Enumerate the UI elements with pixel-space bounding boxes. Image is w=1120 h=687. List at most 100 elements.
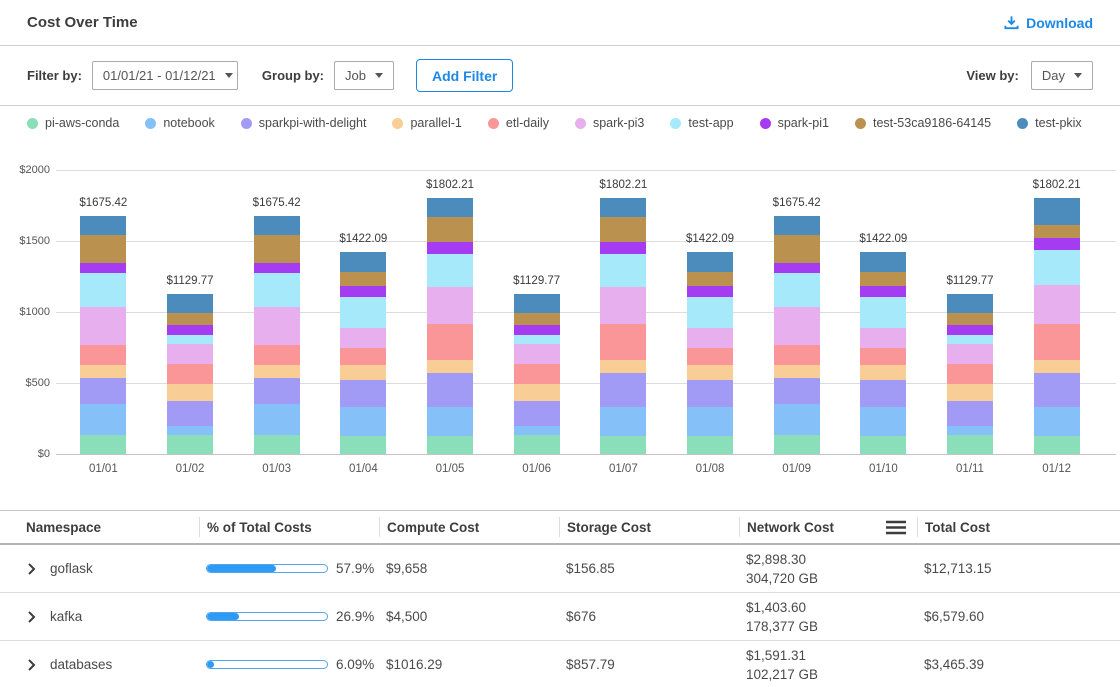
bar-segment-pi-aws-conda[interactable] [167,435,213,454]
legend-item-parallel-1[interactable]: parallel-1 [392,116,461,130]
bar-segment-spark-pi1[interactable] [340,286,386,297]
bar-segment-test-app[interactable] [254,273,300,307]
download-button[interactable]: Download [1004,15,1093,31]
bar-segment-etl-daily[interactable] [254,345,300,366]
bar-segment-test-53ca9186-64145[interactable] [774,235,820,263]
bar-segment-sparkpi-with-delight[interactable] [80,378,126,404]
bar-segment-spark-pi1[interactable] [600,242,646,253]
bar-segment-test-pkix[interactable] [860,252,906,272]
bar-segment-etl-daily[interactable] [947,364,993,384]
bar-segment-spark-pi1[interactable] [254,263,300,273]
bar-segment-test-pkix[interactable] [427,198,473,216]
bar-segment-notebook[interactable] [340,407,386,435]
bar-segment-etl-daily[interactable] [774,345,820,366]
bar-segment-spark-pi3[interactable] [860,328,906,347]
bar-segment-notebook[interactable] [514,426,560,435]
bar-segment-parallel-1[interactable] [80,365,126,378]
bar-segment-pi-aws-conda[interactable] [427,436,473,454]
bar-segment-notebook[interactable] [774,404,820,435]
bar-segment-spark-pi3[interactable] [167,344,213,364]
bar-segment-pi-aws-conda[interactable] [514,435,560,454]
bar-segment-pi-aws-conda[interactable] [687,436,733,454]
bar-segment-parallel-1[interactable] [1034,360,1080,373]
bar-segment-notebook[interactable] [80,404,126,435]
bar-segment-test-53ca9186-64145[interactable] [254,235,300,263]
bar-segment-parallel-1[interactable] [947,384,993,401]
bar-segment-spark-pi3[interactable] [687,328,733,347]
bar-segment-test-app[interactable] [947,335,993,344]
column-settings-icon[interactable] [885,520,907,535]
bar-segment-sparkpi-with-delight[interactable] [514,401,560,426]
bar-segment-test-53ca9186-64145[interactable] [687,272,733,285]
table-row-kafka[interactable]: kafka26.9%$4,500$676$1,403.60178,377 GB$… [0,593,1120,641]
bar-segment-test-pkix[interactable] [80,216,126,235]
bar-segment-test-pkix[interactable] [947,294,993,314]
bar-segment-pi-aws-conda[interactable] [600,436,646,454]
legend-item-spark-pi1[interactable]: spark-pi1 [760,116,829,130]
legend-item-test-app[interactable]: test-app [670,116,733,130]
date-range-select[interactable]: 01/01/21 - 01/12/21 [92,61,238,90]
bar-segment-notebook[interactable] [427,407,473,436]
bar-segment-pi-aws-conda[interactable] [340,436,386,454]
bar-segment-test-53ca9186-64145[interactable] [514,313,560,325]
bar-segment-spark-pi1[interactable] [687,286,733,297]
bar-segment-spark-pi1[interactable] [947,325,993,335]
bar-segment-spark-pi1[interactable] [427,242,473,253]
legend-item-etl-daily[interactable]: etl-daily [488,116,549,130]
bar-segment-test-53ca9186-64145[interactable] [860,272,906,285]
bar-segment-test-app[interactable] [774,273,820,307]
bar-segment-parallel-1[interactable] [774,365,820,378]
bar-segment-notebook[interactable] [600,407,646,436]
legend-item-notebook[interactable]: notebook [145,116,214,130]
bar-segment-pi-aws-conda[interactable] [80,435,126,454]
legend-item-pi-aws-conda[interactable]: pi-aws-conda [27,116,119,130]
bar-segment-sparkpi-with-delight[interactable] [947,401,993,426]
bar-segment-pi-aws-conda[interactable] [254,435,300,454]
bar-segment-parallel-1[interactable] [687,365,733,380]
table-row-databases[interactable]: databases6.09%$1016.29$857.79$1,591.3110… [0,641,1120,687]
bar-segment-notebook[interactable] [167,426,213,435]
bar-segment-etl-daily[interactable] [687,348,733,366]
bar-segment-parallel-1[interactable] [167,384,213,401]
bar-segment-parallel-1[interactable] [514,384,560,401]
bar-segment-spark-pi1[interactable] [514,325,560,335]
bar-segment-etl-daily[interactable] [427,324,473,360]
bar-segment-spark-pi1[interactable] [167,325,213,335]
bar-segment-pi-aws-conda[interactable] [774,435,820,454]
bar-segment-sparkpi-with-delight[interactable] [254,378,300,404]
bar-segment-etl-daily[interactable] [514,364,560,384]
bar-segment-spark-pi3[interactable] [427,287,473,325]
bar-segment-spark-pi3[interactable] [600,287,646,325]
bar-segment-test-app[interactable] [600,254,646,287]
bar-segment-sparkpi-with-delight[interactable] [860,380,906,407]
bar-segment-test-pkix[interactable] [600,198,646,216]
bar-segment-notebook[interactable] [1034,407,1080,436]
table-row-goflask[interactable]: goflask57.9%$9,658$156.85$2,898.30304,72… [0,545,1120,593]
bar-segment-test-app[interactable] [80,273,126,307]
bar-segment-spark-pi3[interactable] [254,307,300,345]
bar-segment-sparkpi-with-delight[interactable] [1034,373,1080,408]
legend-item-test-pkix[interactable]: test-pkix [1017,116,1082,130]
expand-chevron-icon[interactable] [26,563,37,575]
bar-segment-test-pkix[interactable] [1034,198,1080,225]
bar-segment-test-app[interactable] [514,335,560,344]
bar-segment-pi-aws-conda[interactable] [1034,436,1080,454]
bar-segment-spark-pi3[interactable] [947,344,993,364]
bar-segment-test-pkix[interactable] [774,216,820,235]
bar-segment-sparkpi-with-delight[interactable] [774,378,820,404]
bar-segment-pi-aws-conda[interactable] [860,436,906,454]
bar-segment-etl-daily[interactable] [340,348,386,366]
bar-segment-test-53ca9186-64145[interactable] [427,217,473,243]
bar-segment-test-53ca9186-64145[interactable] [340,272,386,285]
bar-segment-test-53ca9186-64145[interactable] [80,235,126,263]
add-filter-button[interactable]: Add Filter [416,59,513,92]
bar-segment-test-53ca9186-64145[interactable] [947,313,993,325]
bar-segment-test-pkix[interactable] [167,294,213,314]
bar-segment-spark-pi3[interactable] [1034,285,1080,325]
bar-segment-spark-pi3[interactable] [80,307,126,345]
bar-segment-notebook[interactable] [947,426,993,435]
group-by-select[interactable]: Job [334,61,394,90]
bar-segment-test-app[interactable] [1034,250,1080,285]
bar-segment-notebook[interactable] [860,407,906,435]
bar-segment-spark-pi1[interactable] [1034,238,1080,250]
